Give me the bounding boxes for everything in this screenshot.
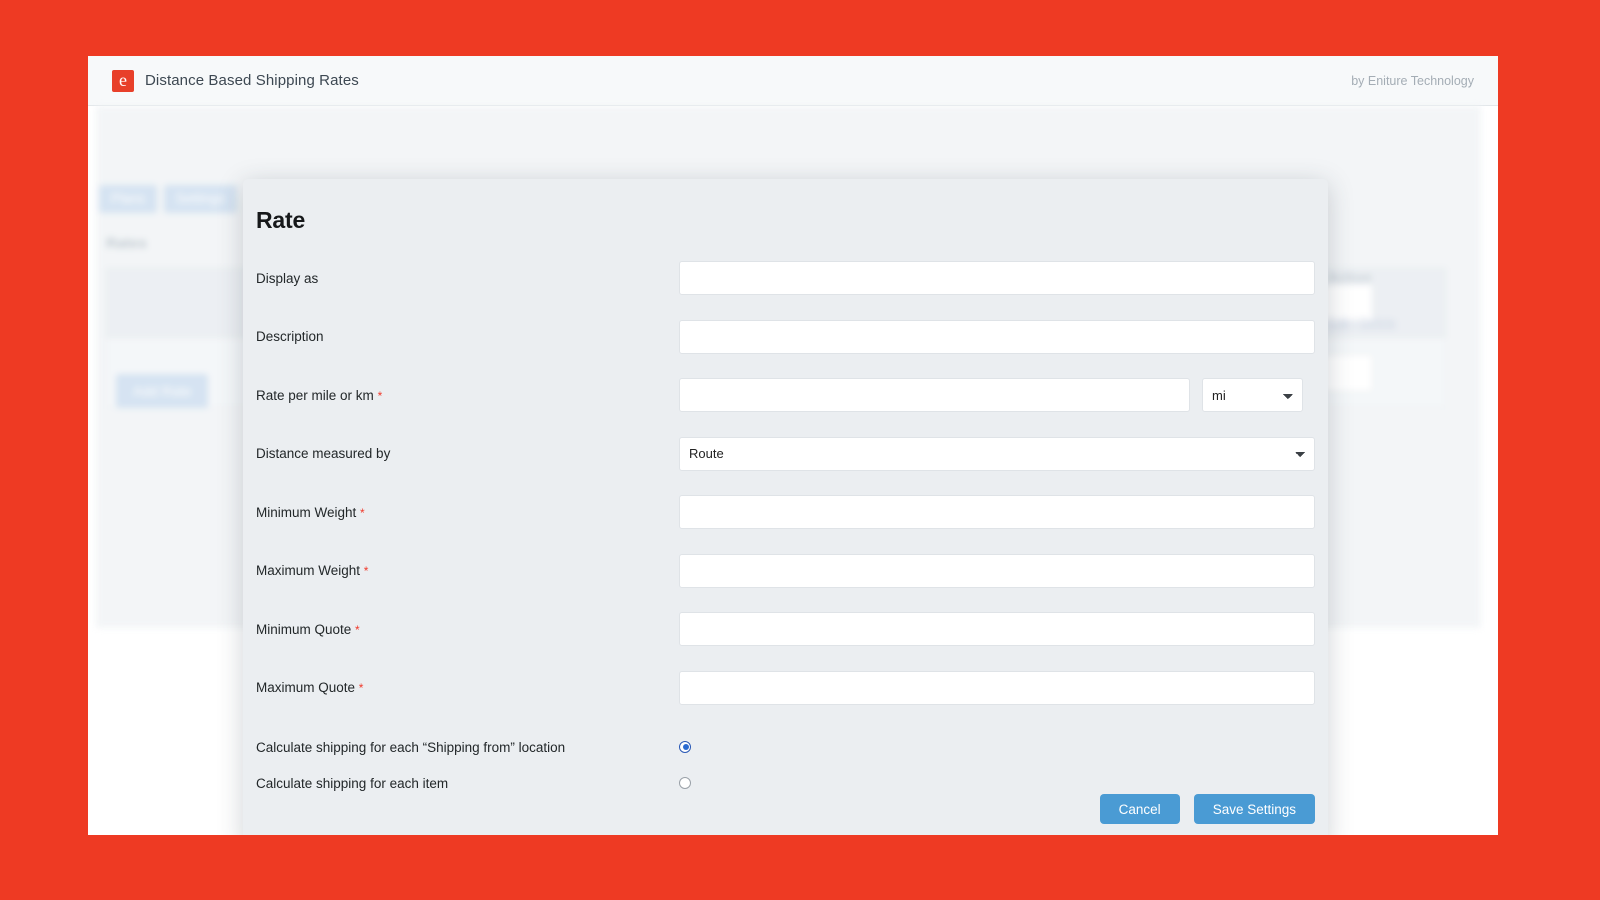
spacer [256,717,1315,729]
edit-link[interactable]: Edit [1328,316,1350,330]
cancel-button[interactable]: Cancel [1100,794,1180,824]
label-text: Rate per mile or km [256,388,374,403]
minimum-weight-input[interactable] [679,495,1315,529]
field-rate-per-distance: Rate per mile or km * mi [256,366,1315,425]
label-text: Maximum Quote [256,680,355,695]
app-window: e Distance Based Shipping Rates by Enitu… [88,56,1498,835]
maximum-quote-input[interactable] [679,671,1315,705]
tab-settings[interactable]: Settings [164,185,237,213]
rate-form: Display as Description Rate per mile or … [256,249,1315,801]
tab-plans[interactable]: Plans [99,185,157,213]
label-display-as: Display as [256,271,679,286]
required-marker: * [364,564,369,578]
label-text: Maximum Weight [256,563,360,578]
required-marker: * [359,681,364,695]
radio-each-item[interactable] [679,777,691,789]
row-actions: Edit | Delete [1328,316,1396,330]
label-maximum-quote: Maximum Quote * [256,680,679,695]
eniture-e-icon: e [112,70,134,92]
label-distance-measured-by: Distance measured by [256,446,679,461]
vendor-byline: by Eniture Technology [1351,74,1474,88]
distance-measured-by-select[interactable]: Route [679,437,1315,471]
action-separator: | [1353,316,1356,330]
page-body: Plans Settings Rates Rates Action Edit |… [88,106,1498,835]
field-minimum-weight: Minimum Weight * [256,483,1315,542]
label-minimum-weight: Minimum Weight * [256,505,679,520]
display-as-input[interactable] [679,261,1315,295]
label-text: Minimum Quote [256,622,351,637]
required-marker: * [360,506,365,520]
delete-link[interactable]: Delete [1360,316,1396,330]
field-distance-measured-by: Distance measured by Route [256,425,1315,484]
rate-per-distance-input[interactable] [679,378,1190,412]
label-each-item: Calculate shipping for each item [256,776,679,791]
minimum-quote-input[interactable] [679,612,1315,646]
rate-modal: Rate Display as Description Rat [243,179,1328,835]
add-rate-button[interactable]: Add Rate [116,374,208,408]
page-title: Distance Based Shipping Rates [145,72,359,89]
label-shipping-from-location: Calculate shipping for each “Shipping fr… [256,740,679,755]
required-marker: * [355,623,360,637]
required-marker: * [378,389,383,403]
brand: e Distance Based Shipping Rates [112,70,359,92]
column-header-action: Action [1328,269,1428,285]
field-display-as: Display as [256,249,1315,308]
label-description: Description [256,329,679,344]
field-maximum-weight: Maximum Weight * [256,542,1315,601]
description-input[interactable] [679,320,1315,354]
field-description: Description [256,308,1315,367]
label-maximum-weight: Maximum Weight * [256,563,679,578]
rates-heading: Rates [106,235,147,252]
label-rate-per-mile-or-km: Rate per mile or km * [256,388,679,403]
app-header: e Distance Based Shipping Rates by Enitu… [88,56,1498,106]
distance-unit-select[interactable]: mi [1202,378,1303,412]
field-maximum-quote: Maximum Quote * [256,659,1315,718]
field-minimum-quote: Minimum Quote * [256,600,1315,659]
label-text: Minimum Weight [256,505,356,520]
label-minimum-quote: Minimum Quote * [256,622,679,637]
modal-title: Rate [256,207,305,234]
save-settings-button[interactable]: Save Settings [1194,794,1315,824]
radio-shipping-from-location[interactable] [679,741,691,753]
modal-actions: Cancel Save Settings [1100,794,1315,824]
option-shipping-from-location: Calculate shipping for each “Shipping fr… [256,729,1315,765]
maximum-weight-input[interactable] [679,554,1315,588]
